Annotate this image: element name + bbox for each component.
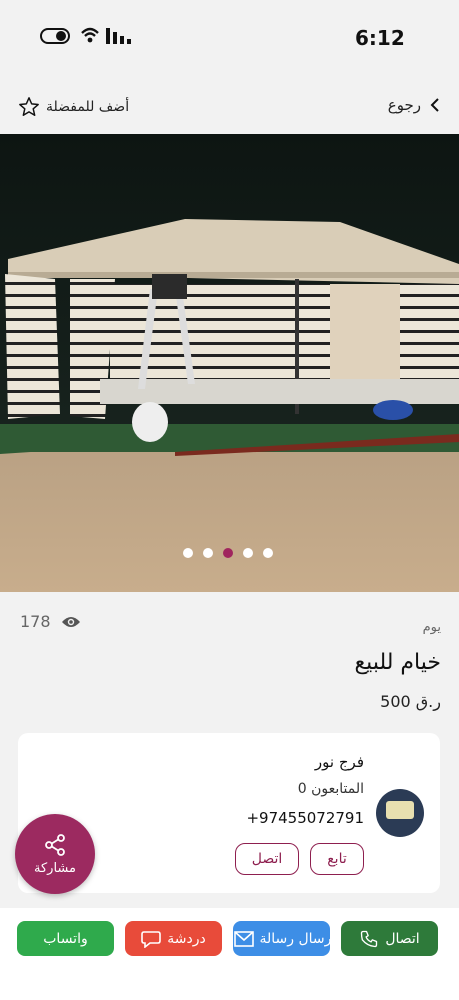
share-button[interactable]: مشاركة	[15, 814, 95, 894]
add-favorite-label: أضف للمفضلة	[46, 99, 130, 115]
listing-title: خيام للبيع	[354, 650, 441, 675]
seller-name[interactable]: فرج نور	[315, 753, 364, 771]
wifi-icon	[81, 27, 99, 43]
call-button[interactable]: اتصال	[341, 921, 438, 956]
view-count-value: 178	[20, 612, 51, 631]
toggle-icon	[40, 28, 70, 44]
back-button[interactable]: رجوع	[388, 96, 441, 114]
listing-period: يوم	[422, 620, 441, 635]
carousel-dot[interactable]	[243, 548, 253, 558]
tent-photo	[0, 134, 459, 592]
whatsapp-button[interactable]: واتساب	[17, 921, 114, 956]
carousel-dot[interactable]	[183, 548, 193, 558]
share-icon	[45, 833, 65, 856]
phone-icon	[361, 930, 378, 947]
share-label: مشاركة	[34, 860, 76, 876]
followers-count: 0	[297, 781, 307, 797]
call-seller-button[interactable]: اتصل	[235, 843, 299, 875]
call-label: اتصال	[385, 930, 420, 947]
signal-icon	[106, 28, 131, 44]
send-message-button[interactable]: ارسال رسالة	[233, 921, 330, 956]
envelope-icon	[233, 930, 254, 947]
star-icon	[19, 97, 39, 116]
chat-label: دردشة	[167, 930, 206, 947]
status-time: 6:12	[355, 26, 405, 50]
chat-bubble-icon	[141, 930, 162, 948]
send-message-label: ارسال رسالة	[259, 930, 330, 947]
seller-phone[interactable]: +97455072791	[246, 809, 364, 827]
carousel-dot[interactable]	[263, 548, 273, 558]
seller-avatar[interactable]	[376, 789, 424, 837]
carousel-indicator	[183, 548, 273, 558]
bottom-action-bar: واتساب دردشة ارسال رسالة اتصال	[0, 908, 459, 1000]
seller-followers: المتابعون 0	[298, 781, 364, 797]
listing-price: 500 ر.ق	[380, 692, 441, 711]
carousel-dot[interactable]	[203, 548, 213, 558]
add-favorite-button[interactable]: أضف للمفضلة	[18, 96, 129, 118]
chat-button[interactable]: دردشة	[125, 921, 222, 956]
eye-icon	[61, 616, 80, 627]
carousel-dot-active[interactable]	[223, 548, 233, 558]
listing-image-carousel[interactable]	[0, 134, 459, 592]
view-count: 178	[20, 612, 81, 631]
nav-bar: أضف للمفضلة رجوع	[0, 82, 459, 134]
back-label: رجوع	[387, 96, 421, 114]
followers-label: المتابعون	[311, 781, 364, 797]
status-bar: 6:12	[0, 0, 459, 78]
chevron-left-icon	[430, 98, 439, 112]
whatsapp-label: واتساب	[43, 930, 88, 947]
follow-button[interactable]: تابع	[310, 843, 364, 875]
